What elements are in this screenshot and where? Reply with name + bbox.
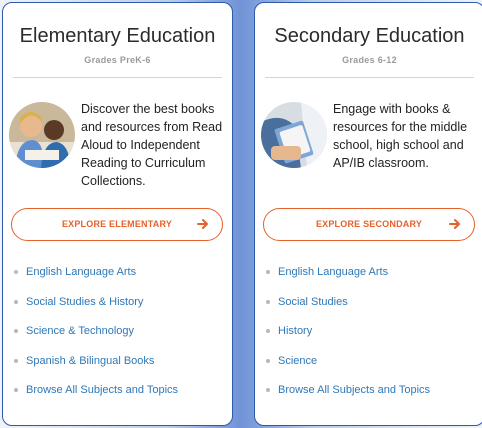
card-title: Secondary Education	[274, 25, 465, 47]
arrow-right-icon	[197, 219, 208, 229]
bullet-icon	[14, 329, 18, 334]
bullet-icon	[266, 329, 270, 334]
subject-link[interactable]: Spanish & Bilingual Books	[13, 354, 178, 384]
bullet-icon	[266, 270, 270, 274]
explore-secondary-button[interactable]: EXPLORE SECONDARY	[263, 208, 475, 241]
secondary-description: Engage with books & resources for the mi…	[333, 102, 468, 170]
subject-link[interactable]: Social Studies & History	[13, 295, 178, 325]
bullet-icon	[14, 358, 18, 363]
elementary-students-photo	[9, 102, 75, 168]
secondary-card: Secondary Education Grades 6-12 Engage w…	[254, 2, 482, 426]
button-label: EXPLORE SECONDARY	[315, 219, 423, 229]
bullet-icon	[266, 388, 270, 393]
subject-link[interactable]: English Language Arts	[13, 265, 178, 295]
bullet-icon	[266, 299, 270, 304]
subject-link[interactable]: History	[265, 324, 430, 354]
subject-link[interactable]: Social Studies	[265, 295, 430, 325]
card-title: Elementary Education	[19, 25, 216, 47]
grades-label: Grades 6-12	[342, 55, 397, 65]
subject-link[interactable]: Science	[265, 354, 430, 384]
subject-link[interactable]: Science & Technology	[13, 324, 178, 354]
subject-link[interactable]: Browse All Subjects and Topics	[265, 383, 430, 413]
subject-link[interactable]: English Language Arts	[265, 265, 430, 295]
grades-label: Grades PreK-6	[84, 55, 151, 65]
elementary-description: Discover the best books and resources fr…	[81, 102, 223, 188]
arrow-right-icon	[449, 219, 460, 229]
elementary-subject-list: English Language Arts Social Studies & H…	[13, 265, 178, 413]
secondary-subject-list: English Language Arts Social Studies His…	[265, 265, 430, 413]
bullet-icon	[266, 358, 270, 363]
elementary-card: Elementary Education Grades PreK-6 Disco…	[2, 2, 233, 426]
bullet-icon	[14, 388, 18, 393]
divider	[265, 77, 474, 78]
bullet-icon	[14, 299, 18, 304]
bullet-icon	[14, 270, 18, 274]
explore-elementary-button[interactable]: EXPLORE ELEMENTARY	[11, 208, 223, 241]
button-label: EXPLORE ELEMENTARY	[61, 219, 173, 229]
subject-link[interactable]: Browse All Subjects and Topics	[13, 383, 178, 413]
secondary-student-photo	[261, 102, 327, 168]
divider	[13, 77, 222, 78]
